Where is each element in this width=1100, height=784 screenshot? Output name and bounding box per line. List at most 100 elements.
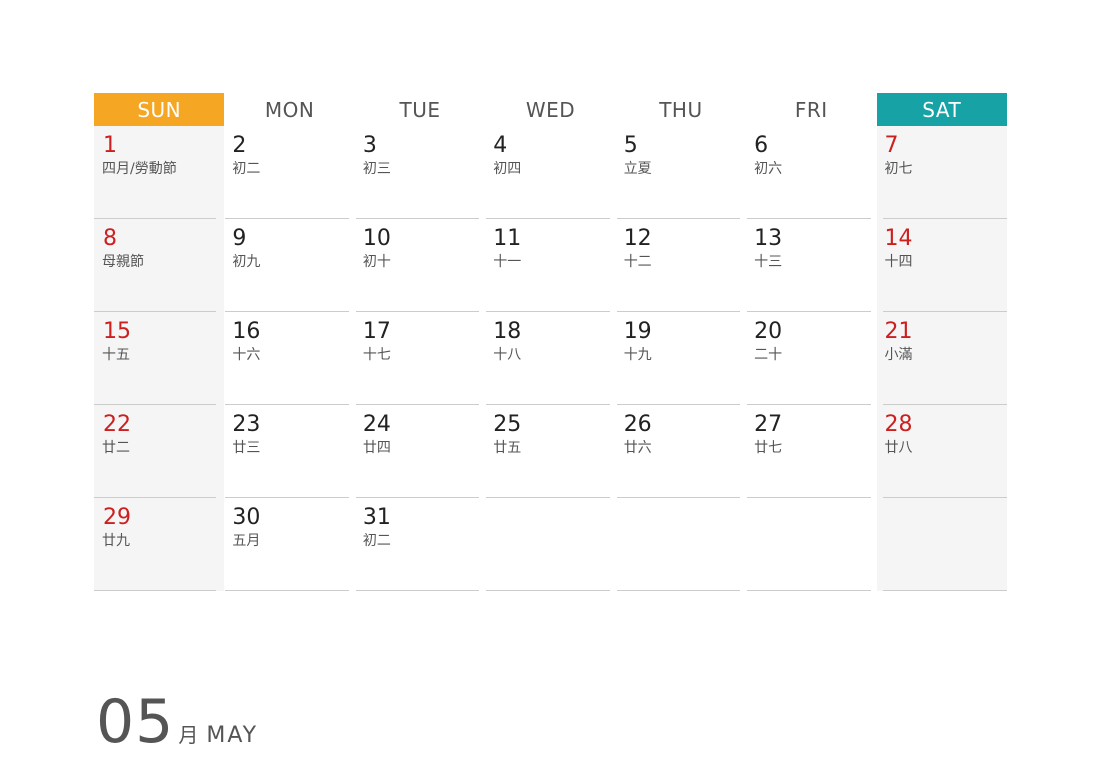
day-cell: 6 初六	[746, 126, 876, 219]
day-cell: 14 十四	[876, 219, 1007, 312]
lunar-date: 十九	[623, 347, 652, 363]
day-cell: 29 廿九	[94, 498, 225, 591]
day-number: 6	[754, 133, 769, 158]
day-number: 7	[884, 133, 899, 158]
day-number: 24	[362, 412, 391, 437]
cell-divider	[882, 590, 1007, 591]
day-number: 27	[754, 412, 783, 437]
day-cell: 13 十三	[746, 219, 876, 312]
day-number: 20	[754, 319, 783, 344]
lunar-date: 廿三	[232, 440, 261, 456]
day-number: 8	[103, 226, 117, 251]
header-fri: FRI	[794, 97, 828, 122]
week-row: 1 四月/勞動節 2 初二 3 初三 4 初四 5 立夏 6 初六 7 初七	[94, 126, 1007, 219]
day-number: 13	[754, 226, 783, 251]
day-cell: 9 初九	[224, 219, 354, 312]
lunar-date: 廿四	[362, 440, 391, 456]
lunar-date: 四月/勞動節	[102, 161, 177, 177]
day-number: 30	[232, 505, 261, 530]
header-tue: TUE	[399, 97, 441, 122]
header-mon: MON	[264, 97, 315, 122]
lunar-date: 初六	[754, 161, 783, 177]
lunar-date: 初二	[232, 161, 261, 177]
empty-day-cell	[616, 498, 746, 591]
day-cell: 28 廿八	[876, 405, 1007, 498]
day-cell: 31 初二	[355, 498, 485, 591]
month-english: MAY	[206, 723, 259, 748]
day-cell: 23 廿三	[224, 405, 354, 498]
lunar-date: 廿九	[102, 533, 130, 549]
day-number: 2	[232, 133, 247, 158]
day-cell: 18 十八	[485, 312, 615, 405]
lunar-date: 十三	[754, 254, 783, 270]
day-cell: 25 廿五	[485, 405, 615, 498]
day-cell: 24 廿四	[355, 405, 485, 498]
lunar-date: 十四	[884, 254, 913, 270]
lunar-date: 五月	[232, 533, 261, 549]
day-number: 9	[232, 226, 247, 251]
day-cell: 16 十六	[224, 312, 354, 405]
lunar-date: 初二	[362, 533, 391, 549]
day-number: 5	[623, 133, 638, 158]
day-cell: 1 四月/勞動節	[94, 126, 225, 219]
header-sat: SAT	[876, 93, 1007, 126]
cell-divider	[355, 590, 480, 591]
lunar-date: 初十	[362, 254, 391, 270]
header-wed: WED	[525, 97, 576, 122]
day-number: 15	[103, 319, 131, 344]
day-number: 12	[623, 226, 652, 251]
day-cell: 10 初十	[355, 219, 485, 312]
lunar-date: 小滿	[884, 347, 913, 363]
weekday-header-row: SUN MON TUE WED THU FRI SAT	[94, 93, 1007, 126]
lunar-date: 母親節	[102, 254, 144, 270]
header-thu: THU	[659, 97, 703, 122]
lunar-date: 十五	[102, 347, 130, 363]
lunar-date: 廿五	[493, 440, 522, 456]
cell-divider	[747, 590, 871, 591]
month-label: 05 月 MAY	[96, 690, 258, 754]
lunar-date: 立夏	[623, 161, 652, 177]
day-cell: 4 初四	[485, 126, 615, 219]
week-row: 8 母親節 9 初九 10 初十 11 十一 12 十二 13 十三 14 十四	[94, 219, 1007, 312]
month-chinese: 月	[178, 723, 199, 747]
cell-divider	[225, 590, 349, 591]
day-cell: 8 母親節	[94, 219, 225, 312]
day-number: 22	[103, 412, 131, 437]
day-number: 28	[884, 412, 913, 437]
lunar-date: 廿八	[884, 440, 913, 456]
day-cell: 12 十二	[616, 219, 746, 312]
day-number: 16	[232, 319, 261, 344]
day-number: 23	[232, 412, 261, 437]
lunar-date: 十七	[362, 347, 391, 363]
week-row: 29 廿九 30 五月 31 初二	[94, 498, 1007, 591]
lunar-date: 十六	[232, 347, 261, 363]
lunar-date: 初四	[493, 161, 522, 177]
day-cell: 30 五月	[224, 498, 354, 591]
day-number: 11	[493, 226, 522, 251]
week-row: 22 廿二 23 廿三 24 廿四 25 廿五 26 廿六 27 廿七 28 廿八	[94, 405, 1007, 498]
day-number: 31	[362, 505, 391, 530]
day-cell: 3 初三	[355, 126, 485, 219]
lunar-date: 廿七	[754, 440, 783, 456]
empty-day-cell	[746, 498, 876, 591]
lunar-date: 初三	[362, 161, 391, 177]
day-number: 25	[493, 412, 522, 437]
lunar-date: 初七	[884, 161, 913, 177]
day-cell: 27 廿七	[746, 405, 876, 498]
cell-divider	[94, 590, 217, 591]
cell-divider	[616, 590, 741, 591]
day-cell: 15 十五	[94, 312, 225, 405]
day-number: 10	[362, 226, 391, 251]
cell-divider	[486, 590, 610, 591]
month-number: 05	[96, 687, 175, 757]
empty-day-cell	[876, 498, 1007, 591]
lunar-date: 二十	[754, 347, 783, 363]
empty-day-cell	[485, 498, 615, 591]
day-cell: 2 初二	[224, 126, 354, 219]
lunar-date: 十八	[493, 347, 522, 363]
day-number: 21	[884, 319, 913, 344]
day-cell: 11 十一	[485, 219, 615, 312]
day-number: 29	[103, 505, 131, 530]
lunar-date: 十一	[493, 254, 522, 270]
lunar-date: 十二	[623, 254, 652, 270]
